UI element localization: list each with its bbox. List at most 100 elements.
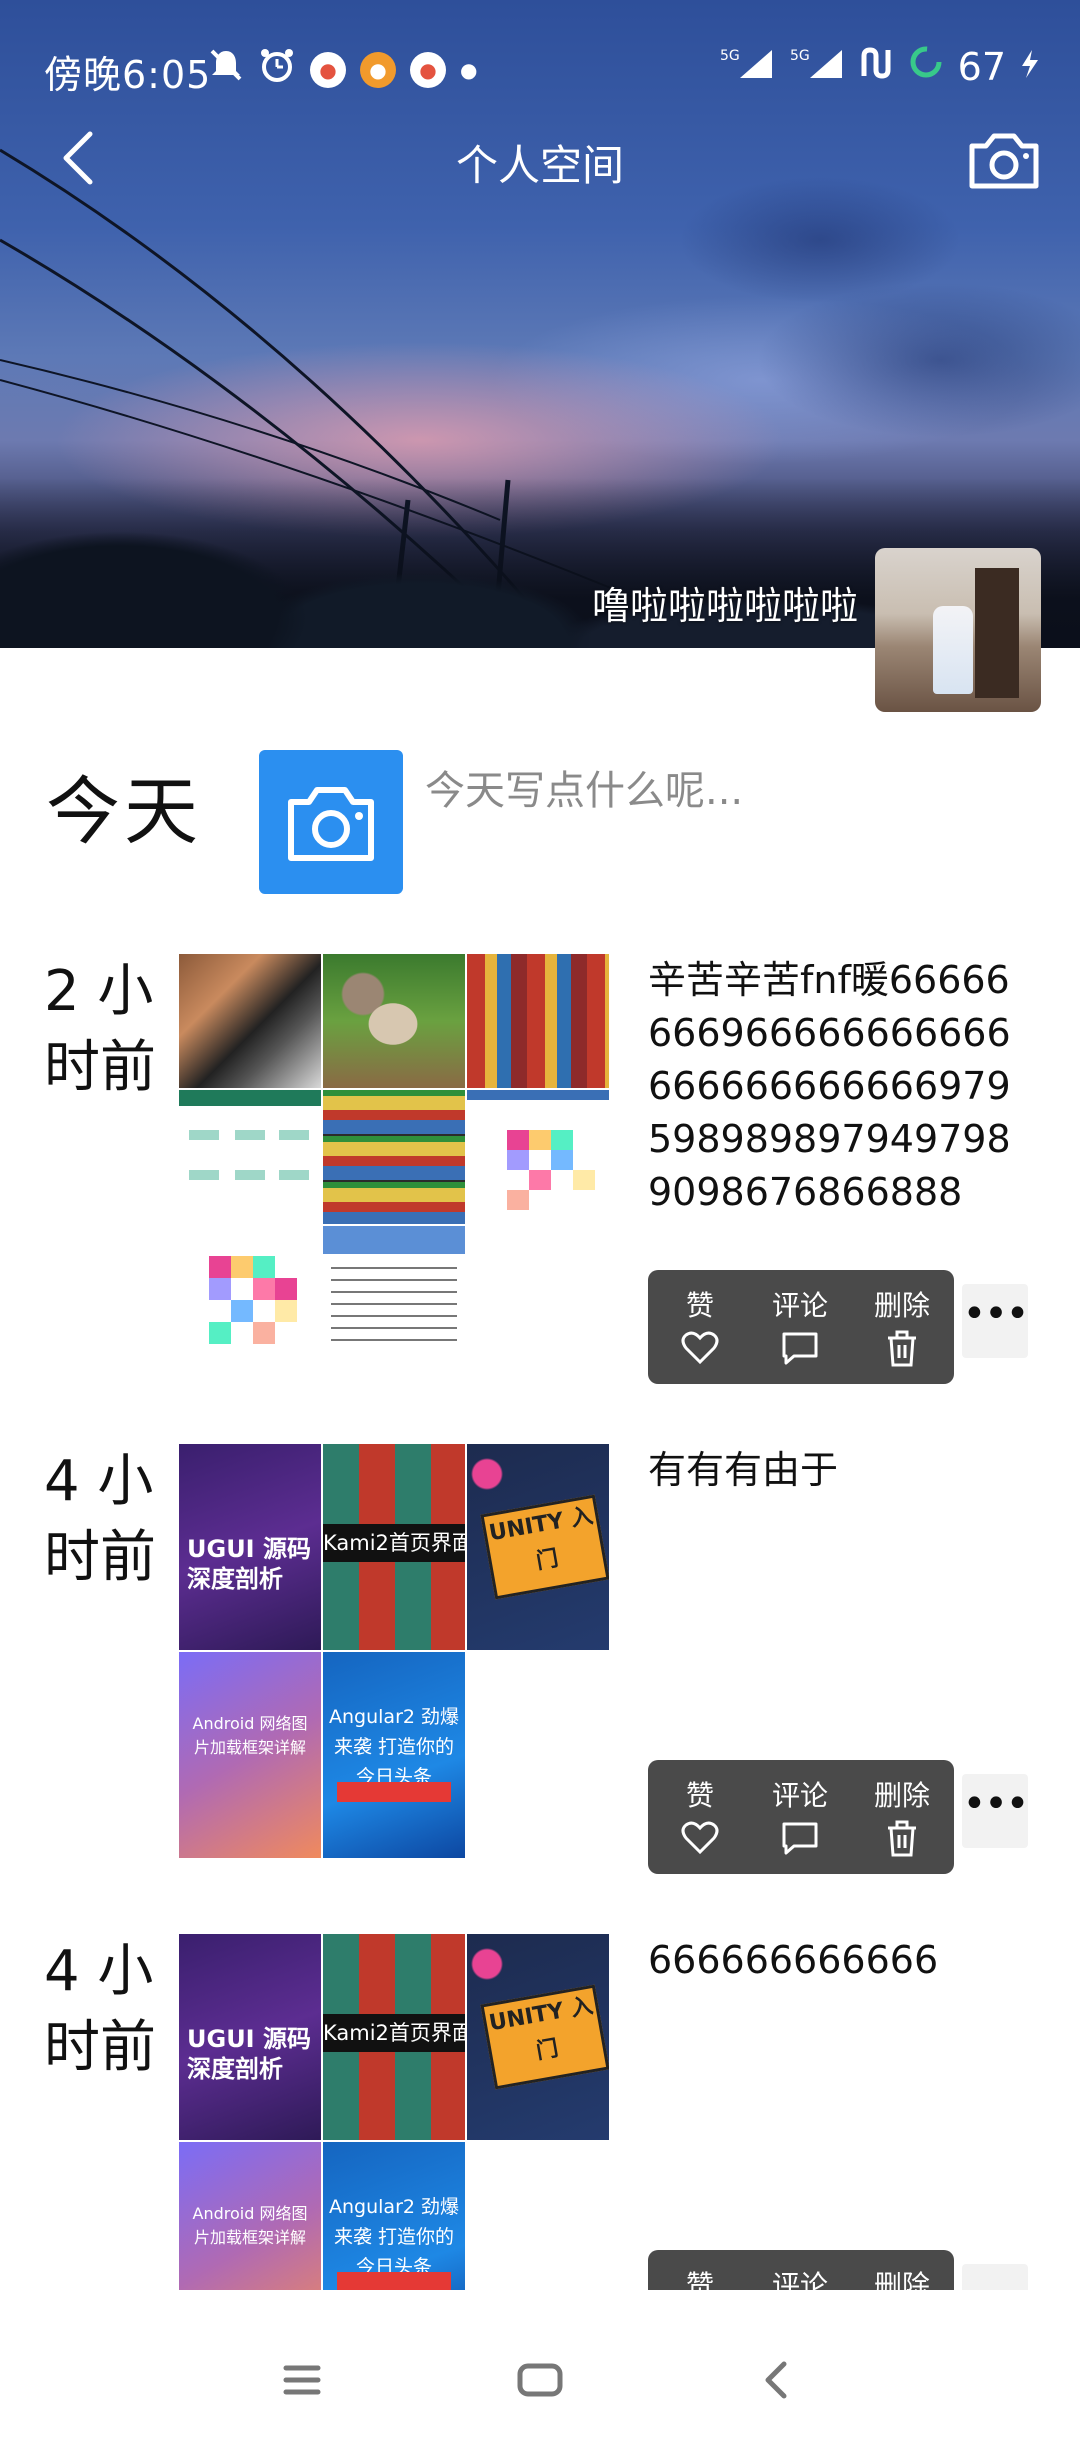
like-button[interactable]: 赞 bbox=[650, 1774, 750, 1856]
mute-icon bbox=[208, 47, 244, 92]
user-nickname: 噜啦啦啦啦啦啦 bbox=[591, 584, 858, 628]
thumbnail-caption: Kami2首页界面切换效果 bbox=[323, 1524, 465, 1562]
post-thumbnail[interactable]: Kami2首页界面切换效果 bbox=[323, 1934, 465, 2140]
more-options-button[interactable]: ••• bbox=[962, 1284, 1029, 1358]
delete-label: 删除 bbox=[873, 1779, 930, 1812]
like-button[interactable]: 赞 bbox=[650, 2264, 750, 2292]
post-time: 4 小 时前 bbox=[44, 1444, 174, 1596]
system-navigation-bar bbox=[0, 2290, 1080, 2460]
avatar-photo-detail bbox=[975, 568, 1019, 698]
post-text: 有有有由于 bbox=[648, 1448, 839, 1492]
thumbnail-caption: Angular2 劲爆来袭 打造你的今日头条 bbox=[329, 2196, 460, 2278]
thumbnail-caption: UGUI 源码深度剖析 bbox=[187, 1535, 311, 1593]
signal-5g-icon: 5G bbox=[718, 45, 774, 89]
status-bar: 傍晚6:05 ● ● ● ● 5G 5G 67 bbox=[0, 0, 1080, 132]
top-bar: 个人空间 bbox=[0, 120, 1080, 200]
post-thumbnail[interactable] bbox=[323, 954, 465, 1088]
menu-icon[interactable] bbox=[272, 2350, 332, 2410]
more-options-button[interactable]: ••• bbox=[962, 1774, 1029, 1848]
post-thumbnail[interactable]: UNITY 入门 bbox=[467, 1444, 609, 1650]
status-notification-icons: ● ● ● ● bbox=[208, 46, 477, 93]
camera-icon bbox=[288, 787, 374, 861]
post-thumbnail[interactable] bbox=[323, 1226, 465, 1360]
post-time-line1: 4 小 bbox=[44, 1939, 154, 2004]
post-actions-bar: 赞 评论 删除 bbox=[648, 1270, 954, 1384]
post-time-line2: 时前 bbox=[44, 2015, 156, 2080]
post-time-line2: 时前 bbox=[44, 1035, 156, 1100]
delete-button[interactable]: 删除 bbox=[852, 1284, 952, 1368]
comment-button[interactable]: 评论 bbox=[750, 2264, 850, 2292]
app-notification-icon: ● bbox=[310, 51, 346, 88]
thumbnail-caption: UGUI 源码深度剖析 bbox=[187, 2025, 311, 2083]
post-thumbnail[interactable] bbox=[179, 1090, 321, 1224]
avatar[interactable] bbox=[875, 548, 1041, 712]
app-notification-icon: ● bbox=[410, 51, 446, 88]
thumbnail-caption: Android 网络图片加载框架详解 bbox=[192, 1714, 308, 1757]
post-time: 4 小 时前 bbox=[44, 1934, 174, 2086]
thumbnail-banner bbox=[337, 1782, 451, 1802]
back-icon[interactable] bbox=[748, 2350, 808, 2410]
post-thumbnail[interactable]: UNITY 入门 bbox=[467, 1934, 609, 2140]
delete-button[interactable]: 删除 bbox=[852, 1774, 952, 1858]
like-label: 赞 bbox=[685, 2269, 714, 2292]
delete-button[interactable]: 删除 bbox=[852, 2264, 952, 2292]
trash-icon bbox=[888, 1820, 916, 1857]
delete-label: 删除 bbox=[873, 1289, 930, 1322]
post-thumbnail[interactable]: Android 网络图片加载框架详解 bbox=[179, 1652, 321, 1858]
like-button[interactable]: 赞 bbox=[650, 1284, 750, 1366]
more-notifications-dot-icon: ● bbox=[460, 57, 478, 82]
new-post-camera-button[interactable] bbox=[259, 750, 403, 894]
delete-label: 删除 bbox=[873, 2269, 930, 2292]
comment-label: 评论 bbox=[771, 2269, 828, 2292]
signal-5g-icon: 5G bbox=[788, 45, 844, 89]
post-thumbnail[interactable] bbox=[179, 954, 321, 1088]
post-thumbnail[interactable]: UGUI 源码深度剖析 bbox=[179, 1934, 321, 2140]
post-thumbnail[interactable]: Kami2首页界面切换效果 bbox=[323, 1444, 465, 1650]
post-time: 2 小 时前 bbox=[44, 954, 174, 1106]
post-thumbnail[interactable]: UGUI 源码深度剖析 bbox=[179, 1444, 321, 1650]
post-time-line1: 2 小 bbox=[44, 959, 154, 1024]
app-status-icon bbox=[858, 45, 894, 89]
post-thumbnail[interactable] bbox=[323, 1090, 465, 1224]
post-thumbnail[interactable] bbox=[467, 954, 609, 1088]
post-actions-bar: 赞 评论 删除 bbox=[648, 2250, 954, 2292]
feed-list[interactable]: 2 小 时前 辛苦辛苦fnf暖6666666696666666666666666… bbox=[0, 900, 1080, 2292]
data-saver-icon bbox=[908, 44, 944, 89]
status-system-icons: 5G 5G 67 bbox=[718, 44, 1040, 89]
post-thumbnail[interactable]: Angular2 劲爆来袭 打造你的今日头条 bbox=[323, 2142, 465, 2292]
post-thumbnail[interactable]: Angular2 劲爆来袭 打造你的今日头条 bbox=[323, 1652, 465, 1858]
thumbnail-caption: Android 网络图片加载框架详解 bbox=[192, 2204, 308, 2247]
heart-icon bbox=[681, 1331, 719, 1365]
like-label: 赞 bbox=[685, 1779, 714, 1812]
comment-button[interactable]: 评论 bbox=[750, 1284, 850, 1366]
battery-level: 67 bbox=[957, 44, 1006, 89]
post-thumbnail[interactable] bbox=[179, 1226, 321, 1360]
status-time: 傍晚6:05 bbox=[44, 53, 212, 97]
comment-icon bbox=[782, 1822, 818, 1855]
post-time-line2: 时前 bbox=[44, 1525, 156, 1590]
camera-icon[interactable] bbox=[964, 120, 1044, 200]
thumbnail-caption: Angular2 劲爆来袭 打造你的今日头条 bbox=[329, 1706, 460, 1788]
post-text: 666666666666 bbox=[648, 1938, 939, 1982]
like-label: 赞 bbox=[685, 1289, 714, 1322]
comment-button[interactable]: 评论 bbox=[750, 1774, 850, 1856]
new-post-prompt[interactable]: 今天写点什么呢... bbox=[425, 758, 743, 816]
thumbnail-caption: Kami2首页界面切换效果 bbox=[323, 2014, 465, 2052]
post-actions-bar: 赞 评论 删除 bbox=[648, 1760, 954, 1874]
app-notification-icon: ● bbox=[360, 51, 396, 88]
thumbnail-caption: UNITY 入门 bbox=[480, 1494, 609, 1600]
post-thumbnail[interactable]: Android 网络图片加载框架详解 bbox=[179, 2142, 321, 2292]
comment-icon bbox=[782, 1332, 818, 1365]
post-thumbnail[interactable] bbox=[467, 1090, 609, 1224]
comment-label: 评论 bbox=[771, 1289, 828, 1322]
post-text: 辛苦辛苦fnf暖66666666966666666666666666666666… bbox=[648, 958, 1011, 1214]
comment-label: 评论 bbox=[771, 1779, 828, 1812]
thumbnail-caption: UNITY 入门 bbox=[480, 1984, 609, 2090]
post-time-line1: 4 小 bbox=[44, 1449, 154, 1514]
page-title: 个人空间 bbox=[455, 141, 624, 190]
thumbnail-banner bbox=[337, 2272, 451, 2292]
home-icon[interactable] bbox=[510, 2350, 570, 2410]
today-label: 今天 bbox=[46, 769, 202, 855]
more-options-button[interactable] bbox=[962, 2264, 1028, 2292]
heart-icon bbox=[681, 1821, 719, 1855]
